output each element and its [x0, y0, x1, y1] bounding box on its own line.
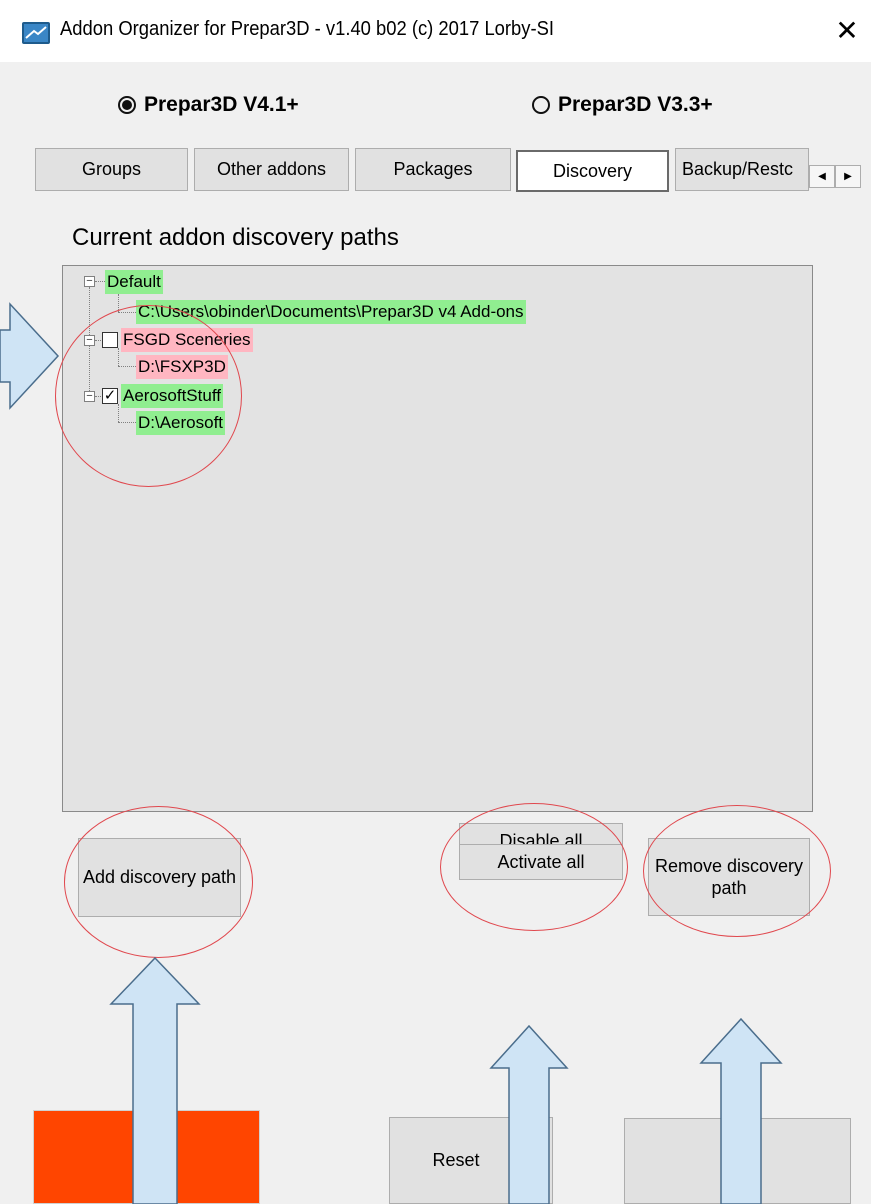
tab-discovery[interactable]: Discovery [516, 150, 669, 192]
close-icon[interactable]: ✕ [830, 14, 864, 48]
reset-label: Reset [432, 1150, 480, 1171]
radio-prepar3d-v4[interactable]: Prepar3D V4.1+ [118, 88, 299, 122]
radio-label: Prepar3D V3.3+ [558, 93, 713, 116]
annotation-ellipse [55, 305, 242, 487]
tab-scroll: ◀ ▶ [809, 165, 861, 188]
tree-node-default[interactable]: Default [105, 270, 163, 294]
tab-groups[interactable]: Groups [35, 148, 188, 191]
annotation-ellipse [440, 803, 628, 931]
window-title: Addon Organizer for Prepar3D - v1.40 b02… [60, 18, 554, 40]
arrow-up-icon [699, 1017, 783, 1204]
arrow-right-icon [0, 302, 60, 410]
radio-selected-icon [118, 96, 136, 114]
annotation-ellipse [64, 806, 253, 958]
discovery-heading: Current addon discovery paths [72, 224, 399, 251]
tree-connector [95, 281, 105, 282]
tab-backup-restore[interactable]: Backup/Restc [675, 148, 809, 191]
tab-other-addons[interactable]: Other addons [194, 148, 349, 191]
annotation-ellipse [643, 805, 831, 937]
tab-scroll-right-icon[interactable]: ▶ [835, 165, 861, 188]
radio-unselected-icon [532, 96, 550, 114]
arrow-up-icon [489, 1024, 569, 1204]
collapse-icon[interactable]: − [84, 276, 95, 287]
arrow-up-icon [109, 956, 201, 1204]
tab-scroll-left-icon[interactable]: ◀ [809, 165, 835, 188]
tab-packages[interactable]: Packages [355, 148, 511, 191]
radio-label: Prepar3D V4.1+ [144, 93, 299, 116]
app-icon [22, 22, 50, 44]
radio-prepar3d-v3[interactable]: Prepar3D V3.3+ [532, 88, 713, 122]
